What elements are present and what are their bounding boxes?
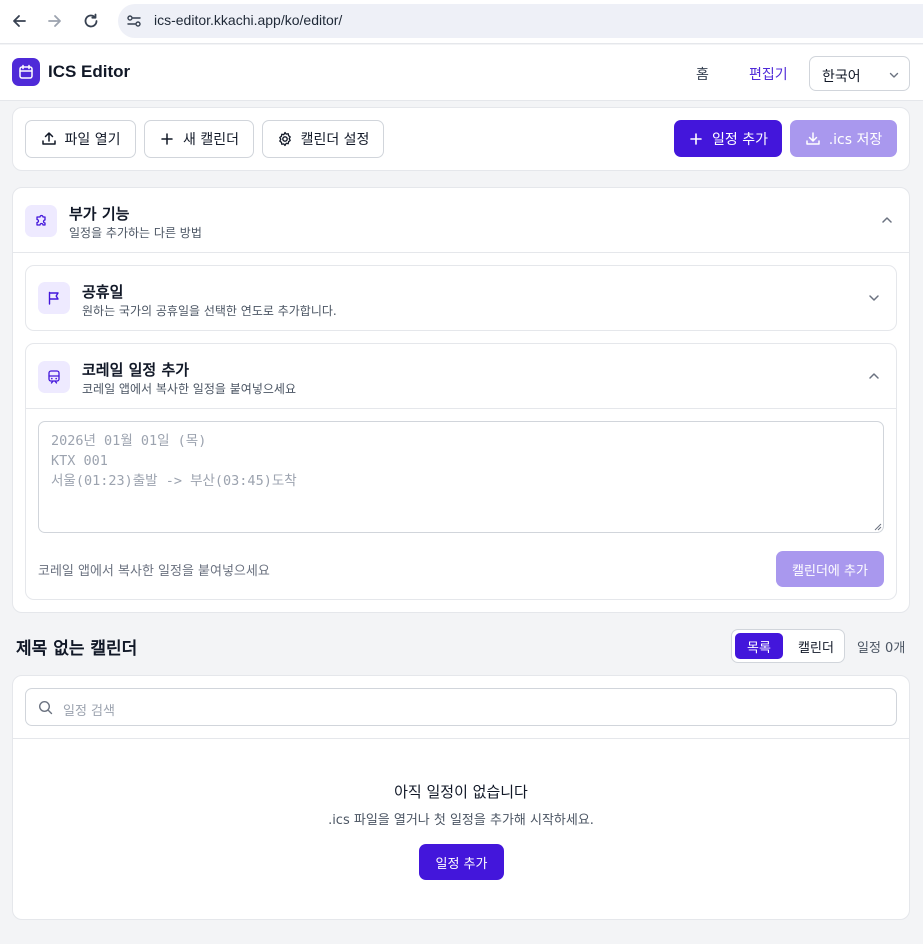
holiday-section[interactable]: 공휴일 원하는 국가의 공휴일을 선택한 연도로 추가합니다. [25, 265, 897, 331]
language-select[interactable]: 한국어 [809, 56, 910, 91]
add-event-label: 일정 추가 [712, 131, 768, 148]
empty-add-event-button[interactable]: 일정 추가 [419, 844, 504, 880]
browser-toolbar: ics-editor.kkachi.app/ko/editor/ [0, 0, 923, 44]
korail-title: 코레일 일정 추가 [82, 361, 190, 379]
puzzle-icon [25, 205, 57, 237]
save-ics-button[interactable]: .ics 저장 [790, 120, 897, 157]
korail-subtitle: 코레일 앱에서 복사한 일정을 붙여넣으세요 [82, 382, 296, 396]
calendar-logo-icon [12, 58, 40, 86]
calendar-title[interactable]: 제목 없는 캘린더 [16, 634, 137, 659]
add-event-button[interactable]: 일정 추가 [674, 120, 782, 157]
holiday-subtitle: 원하는 국가의 공휴일을 선택한 연도로 추가합니다. [82, 304, 337, 318]
toolbar-card: 파일 열기 새 캘린더 캘린더 설정 일정 추가 .ics 저장 [12, 107, 910, 171]
search-area: 일정 검색 [13, 676, 909, 739]
train-icon [38, 361, 70, 393]
new-calendar-button[interactable]: 새 캘린더 [144, 120, 254, 158]
back-icon[interactable] [7, 9, 31, 33]
open-file-button[interactable]: 파일 열기 [25, 120, 136, 158]
view-calendar-button[interactable]: 캘린더 [790, 633, 842, 659]
resize-grip-icon[interactable] [874, 523, 882, 531]
chevron-down-icon[interactable] [867, 291, 881, 305]
search-icon [38, 700, 53, 715]
app-title[interactable]: ICS Editor [48, 62, 130, 82]
add-to-calendar-button[interactable]: 캘린더에 추가 [776, 551, 884, 587]
open-file-label: 파일 열기 [64, 132, 121, 148]
search-input[interactable]: 일정 검색 [25, 688, 897, 726]
flag-icon [38, 282, 70, 314]
calendar-settings-button[interactable]: 캘린더 설정 [262, 120, 384, 158]
nav-editor-link[interactable]: 편집기 [749, 64, 788, 84]
chevron-down-icon [889, 72, 899, 78]
korail-header[interactable]: 코레일 일정 추가 코레일 앱에서 복사한 일정을 붙여넣으세요 [26, 344, 896, 409]
search-placeholder: 일정 검색 [63, 704, 115, 719]
event-list-card: 일정 검색 아직 일정이 없습니다 .ics 파일을 열거나 첫 일정을 추가해… [12, 675, 910, 920]
nav-home-link[interactable]: 홈 [696, 64, 709, 84]
chevron-up-icon[interactable] [867, 369, 881, 383]
extras-header[interactable]: 부가 기능 일정을 추가하는 다른 방법 [13, 188, 909, 253]
holiday-title: 공휴일 [82, 283, 124, 301]
site-settings-icon[interactable] [126, 13, 142, 29]
calendar-settings-label: 캘린더 설정 [300, 132, 370, 148]
view-list-button[interactable]: 목록 [735, 633, 783, 659]
view-toggle: 목록 캘린더 [731, 629, 845, 663]
address-bar[interactable]: ics-editor.kkachi.app/ko/editor/ [118, 4, 923, 38]
korail-hint: 코레일 앱에서 복사한 일정을 붙여넣으세요 [38, 564, 270, 579]
gear-icon [278, 131, 291, 147]
reload-icon[interactable] [79, 9, 103, 33]
app-header: ICS Editor 홈 편집기 한국어 [0, 45, 923, 101]
extras-card: 부가 기능 일정을 추가하는 다른 방법 공휴일 원하는 국가의 공휴일을 선택… [12, 187, 910, 613]
extras-title: 부가 기능 [69, 205, 130, 223]
empty-state-subtitle: .ics 파일을 열거나 첫 일정을 추가해 시작하세요. [328, 813, 594, 828]
language-select-value: 한국어 [822, 69, 861, 85]
korail-section: 코레일 일정 추가 코레일 앱에서 복사한 일정을 붙여넣으세요 2026년 0… [25, 343, 897, 600]
plus-icon [690, 132, 702, 145]
save-ics-label: .ics 저장 [828, 131, 883, 148]
event-count: 일정 0개 [857, 641, 906, 656]
plus-icon [161, 133, 173, 145]
korail-textarea[interactable]: 2026년 01월 01일 (목) KTX 001 서울(01:23)출발 ->… [38, 421, 884, 533]
extras-subtitle: 일정을 추가하는 다른 방법 [69, 226, 202, 240]
empty-state-title: 아직 일정이 없습니다 [394, 783, 528, 801]
forward-icon[interactable] [43, 9, 67, 33]
download-icon [805, 131, 820, 145]
new-calendar-label: 새 캘린더 [183, 132, 239, 148]
chevron-up-icon[interactable] [880, 213, 894, 227]
url-text: ics-editor.kkachi.app/ko/editor/ [154, 12, 343, 28]
upload-icon [41, 132, 56, 145]
